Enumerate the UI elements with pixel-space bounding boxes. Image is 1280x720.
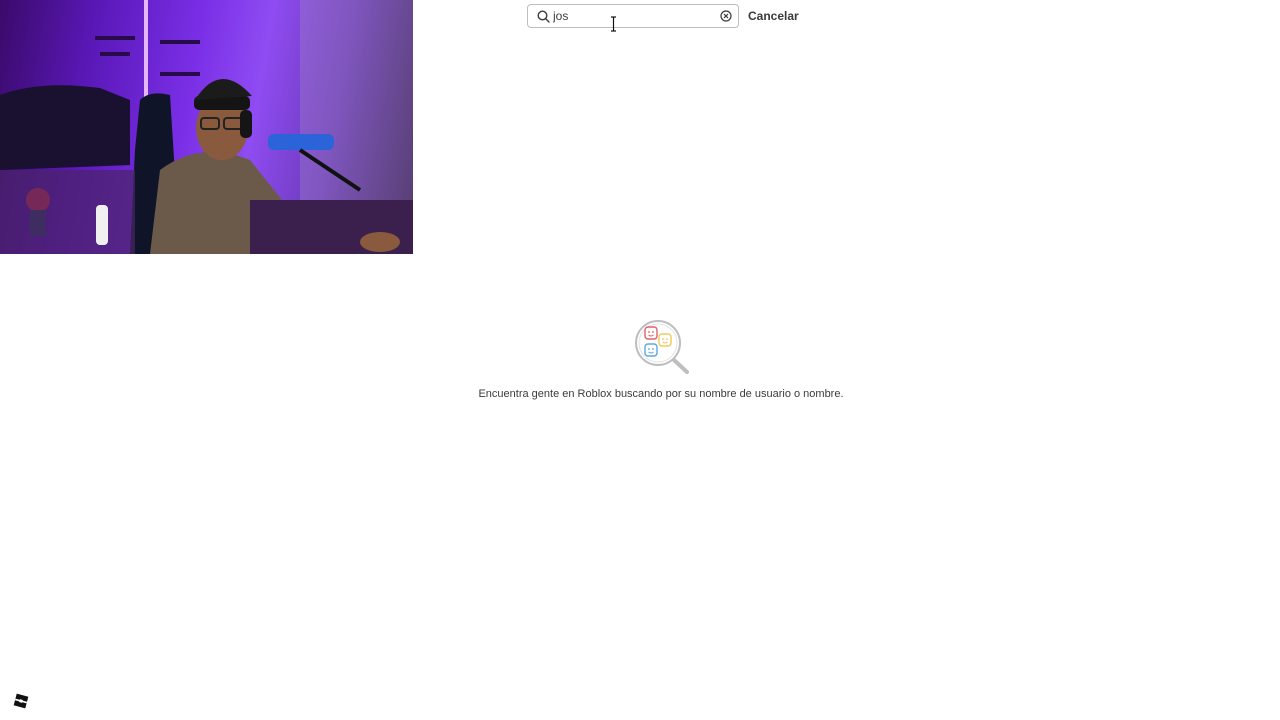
webcam-scene <box>0 0 413 254</box>
search-input[interactable] <box>553 7 718 25</box>
magnifying-glass-faces-icon <box>635 320 689 374</box>
roblox-friend-search-page: Cancelar Encuentra gente en Roblox busca… <box>0 0 1280 720</box>
cancel-button[interactable]: Cancelar <box>748 9 799 23</box>
search-bar <box>527 4 739 28</box>
search-icon <box>537 10 550 23</box>
text-cursor-icon <box>611 16 616 32</box>
roblox-logo-icon[interactable] <box>13 693 29 709</box>
clear-circle-x-icon[interactable] <box>720 10 732 22</box>
webcam-overlay <box>0 0 413 254</box>
empty-state-message: Encuentra gente en Roblox buscando por s… <box>478 388 844 400</box>
